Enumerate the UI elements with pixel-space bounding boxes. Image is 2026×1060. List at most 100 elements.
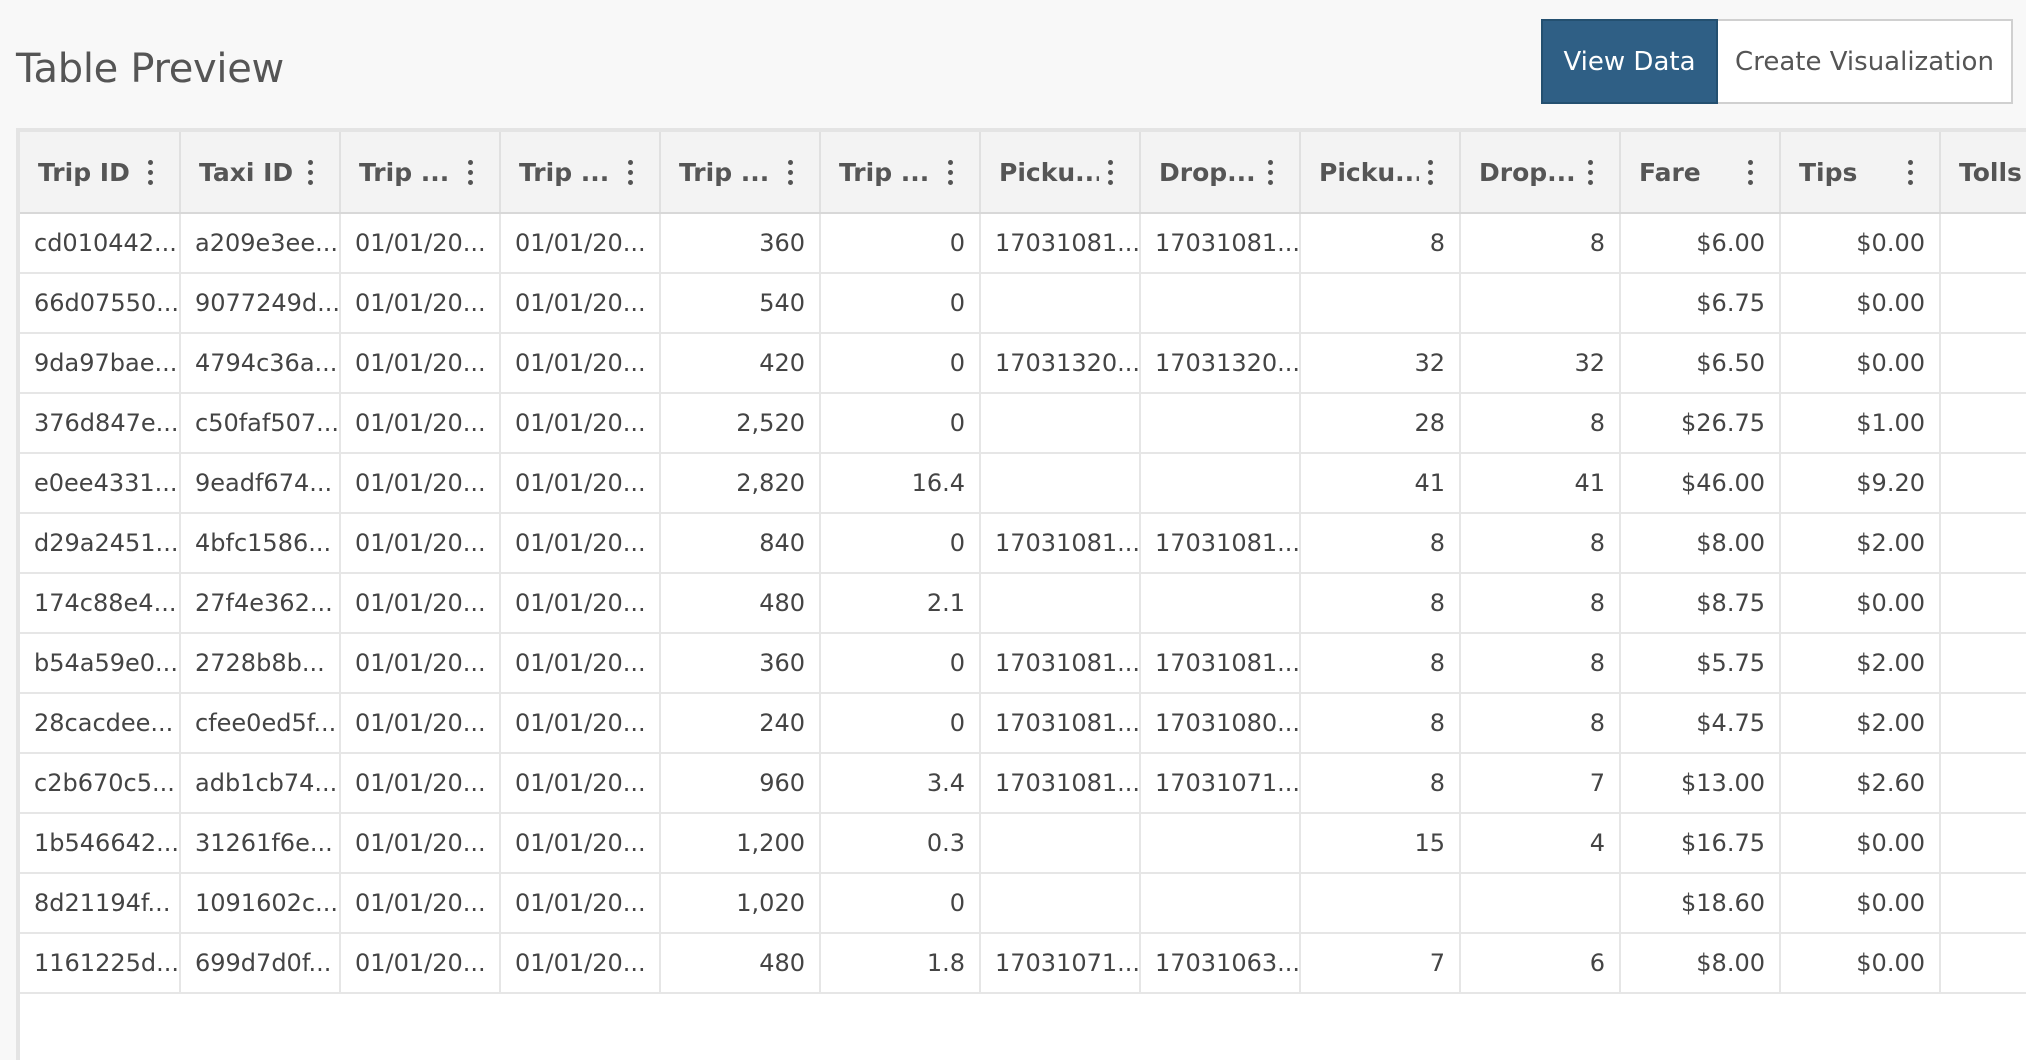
column-menu-icon[interactable]	[303, 157, 317, 187]
table-cell: 01/01/20...	[500, 753, 661, 814]
table-cell: 0	[820, 693, 981, 754]
table-cell	[1940, 573, 2026, 634]
table-cell: 17031071...	[1140, 753, 1301, 814]
column-header-label: Fare	[1639, 157, 1701, 187]
column-header[interactable]: Picku...	[980, 132, 1141, 214]
column-menu-icon[interactable]	[1263, 157, 1277, 187]
table-row[interactable]: 174c88e4... 27f4e362... 01/01/20... 01/01/2…	[20, 573, 2026, 634]
table-cell: $13.00	[1620, 753, 1781, 814]
column-header[interactable]: Picku...	[1300, 132, 1461, 214]
table-cell: 01/01/20...	[500, 873, 661, 934]
column-menu-icon[interactable]	[143, 157, 157, 187]
column-menu-icon[interactable]	[463, 157, 477, 187]
table-cell: e0ee4331...	[20, 453, 181, 514]
table-cell: 01/01/20...	[340, 693, 501, 754]
table-cell: 7	[1460, 753, 1621, 814]
table-cell	[1140, 453, 1301, 514]
table-cell: 01/01/20...	[340, 573, 501, 634]
table-cell	[980, 813, 1141, 874]
table-cell: 360	[660, 633, 821, 694]
table-cell: $46.00	[1620, 453, 1781, 514]
column-header[interactable]: Tolls	[1940, 132, 2026, 214]
table-cell: 9da97bae...	[20, 333, 181, 394]
table-cell: 2.1	[820, 573, 981, 634]
table-cell: a209e3ee...	[180, 213, 341, 274]
table-row[interactable]: 376d847e... c50faf507... 01/01/20... 01/01/…	[20, 393, 2026, 454]
table-cell: 41	[1460, 453, 1621, 514]
column-header[interactable]: Trip ...	[340, 132, 501, 214]
create-visualization-button[interactable]: Create Visualization	[1718, 19, 2013, 104]
table-row[interactable]: cd010442... a209e3ee... 01/01/20... 01/01/2…	[20, 213, 2026, 274]
table-cell: $0.00	[1780, 333, 1941, 394]
table-cell	[1140, 873, 1301, 934]
table-cell: 840	[660, 513, 821, 574]
data-table-container[interactable]: Trip ID Taxi ID Trip ... Trip ... Trip ... Tr…	[16, 128, 2026, 1060]
column-header[interactable]: Trip ...	[660, 132, 821, 214]
column-menu-icon[interactable]	[1583, 157, 1597, 187]
table-cell: 8	[1300, 573, 1461, 634]
table-row[interactable]: 1161225d... 699d7d0f... 01/01/20... 01/01/2…	[20, 933, 2026, 994]
table-cell: 420	[660, 333, 821, 394]
column-header-label: Taxi ID	[199, 157, 294, 187]
column-menu-icon[interactable]	[1423, 157, 1437, 187]
column-menu-icon[interactable]	[1743, 157, 1757, 187]
table-cell: 2,520	[660, 393, 821, 454]
table-cell: 01/01/20...	[500, 453, 661, 514]
table-cell	[1140, 573, 1301, 634]
table-cell: 17031081...	[980, 513, 1141, 574]
table-cell	[1940, 453, 2026, 514]
column-header[interactable]: Tips	[1780, 132, 1941, 214]
table-row[interactable]: 66d07550... 9077249d... 01/01/20... 01/01/2…	[20, 273, 2026, 334]
column-header[interactable]: Trip ...	[500, 132, 661, 214]
table-cell: 8	[1460, 393, 1621, 454]
column-header[interactable]: Drop...	[1460, 132, 1621, 214]
table-cell	[1140, 273, 1301, 334]
table-cell: 01/01/20...	[500, 933, 661, 994]
column-header[interactable]: Trip ...	[820, 132, 981, 214]
table-cell: $0.00	[1780, 213, 1941, 274]
column-header[interactable]: Drop...	[1140, 132, 1301, 214]
table-row[interactable]: 1b546642... 31261f6e... 01/01/20... 01/01/2…	[20, 813, 2026, 874]
column-header[interactable]: Taxi ID	[180, 132, 341, 214]
table-cell: 01/01/20...	[340, 633, 501, 694]
table-cell: 2728b8b...	[180, 633, 341, 694]
table-cell: 17031081...	[980, 633, 1141, 694]
page-title: Table Preview	[16, 46, 284, 92]
table-cell: 01/01/20...	[500, 513, 661, 574]
column-header[interactable]: Trip ID	[20, 132, 181, 214]
table-row[interactable]: c2b670c5... adb1cb74... 01/01/20... 01/01/2…	[20, 753, 2026, 814]
table-row[interactable]: 28cacdee... cfee0ed5f... 01/01/20... 01/01/…	[20, 693, 2026, 754]
table-cell	[980, 873, 1141, 934]
table-cell: 01/01/20...	[340, 273, 501, 334]
table-cell: adb1cb74...	[180, 753, 341, 814]
table-cell: 0	[820, 513, 981, 574]
table-cell	[1940, 213, 2026, 274]
table-row[interactable]: 8d21194f... 1091602c... 01/01/20... 01/01/2…	[20, 873, 2026, 934]
table-cell: 480	[660, 933, 821, 994]
table-row[interactable]: b54a59e0... 2728b8b... 01/01/20... 01/01/20…	[20, 633, 2026, 694]
table-cell: 8	[1460, 633, 1621, 694]
column-menu-icon[interactable]	[1903, 157, 1917, 187]
column-header-label: Trip ...	[519, 157, 610, 187]
column-menu-icon[interactable]	[943, 157, 957, 187]
table-row[interactable]: e0ee4331... 9eadf674... 01/01/20... 01/01/2…	[20, 453, 2026, 514]
column-header[interactable]: Fare	[1620, 132, 1781, 214]
table-cell: 41	[1300, 453, 1461, 514]
view-data-button[interactable]: View Data	[1541, 19, 1718, 104]
table-cell: 8	[1300, 213, 1461, 274]
table-cell: 8	[1300, 693, 1461, 754]
table-cell: $16.75	[1620, 813, 1781, 874]
column-header-label: Picku...	[999, 157, 1099, 187]
column-menu-icon[interactable]	[623, 157, 637, 187]
table-row[interactable]: d29a2451... 4bfc1586... 01/01/20... 01/01/2…	[20, 513, 2026, 574]
table-cell: 17031081...	[1140, 213, 1301, 274]
table-cell	[1140, 393, 1301, 454]
table-cell: c50faf507...	[180, 393, 341, 454]
table-cell: $0.00	[1780, 813, 1941, 874]
column-menu-icon[interactable]	[783, 157, 797, 187]
table-cell: 01/01/20...	[500, 633, 661, 694]
table-cell: 01/01/20...	[340, 453, 501, 514]
column-menu-icon[interactable]	[1103, 157, 1117, 187]
table-row[interactable]: 9da97bae... 4794c36a... 01/01/20... 01/01/2…	[20, 333, 2026, 394]
table-cell: $2.60	[1780, 753, 1941, 814]
